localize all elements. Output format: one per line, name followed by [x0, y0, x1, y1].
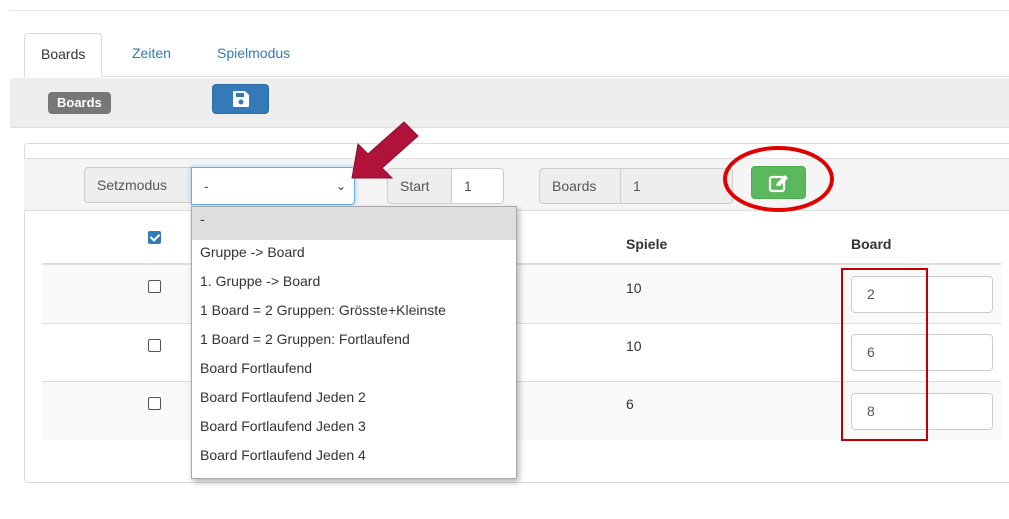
dropdown-option[interactable]: 1. Gruppe -> Board [192, 269, 516, 298]
column-header-board: Board [851, 236, 892, 252]
annotation-rectangle [841, 268, 928, 441]
dropdown-option[interactable]: - [192, 207, 516, 240]
setzmodus-value: - [204, 178, 209, 194]
row-spiele: 10 [626, 280, 642, 296]
row-spiele: 10 [626, 338, 642, 354]
tab-boards[interactable]: Boards [24, 33, 103, 78]
tab-bar: Boards Zeiten Spielmodus [24, 33, 1009, 78]
boards-badge: Boards [48, 92, 111, 114]
dropdown-option[interactable]: Board Fortlaufend Jeden 3 [192, 414, 516, 443]
column-header-spiele: Spiele [626, 236, 668, 252]
tab-zeiten[interactable]: Zeiten [116, 33, 187, 77]
setzmodus-select[interactable]: - ⌄ [191, 167, 355, 205]
dropdown-option[interactable]: Gruppe -> Board [192, 240, 516, 269]
save-button[interactable] [212, 84, 269, 114]
row-checkbox[interactable] [148, 339, 161, 352]
setzmodus-label: Setzmodus [84, 167, 192, 203]
floppy-disk-icon [232, 91, 249, 107]
setzmodus-dropdown-list: - Gruppe -> Board 1. Gruppe -> Board 1 B… [191, 206, 517, 479]
row-spiele: 6 [626, 396, 634, 412]
select-all-checkbox[interactable] [148, 231, 161, 244]
boards-input[interactable]: 1 [620, 168, 733, 204]
tab-spielmodus[interactable]: Spielmodus [201, 33, 306, 77]
dropdown-option[interactable]: Board Fortlaufend [192, 356, 516, 385]
dropdown-option[interactable]: 1 Board = 2 Gruppen: Fortlaufend [192, 327, 516, 356]
toolbar: Boards [10, 78, 1009, 128]
annotation-circle [723, 146, 834, 212]
dropdown-option[interactable]: Board Fortlaufend Jeden 4 [192, 443, 516, 472]
dropdown-option[interactable]: Board Fortlaufend Jeden 2 [192, 385, 516, 414]
row-checkbox[interactable] [148, 280, 161, 293]
dropdown-option[interactable]: 1 Board = 2 Gruppen: Grösste+Kleinste [192, 298, 516, 327]
annotation-arrow-icon [351, 121, 419, 179]
chevron-down-icon: ⌄ [335, 179, 346, 193]
start-input[interactable]: 1 [451, 168, 504, 204]
boards-label: Boards [539, 168, 621, 204]
row-checkbox[interactable] [148, 397, 161, 410]
top-divider [10, 10, 1009, 11]
